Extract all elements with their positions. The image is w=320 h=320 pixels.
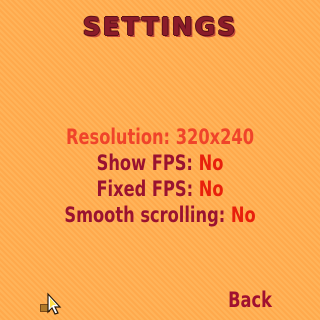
smooth-scrolling-value: No (230, 203, 256, 227)
back-button[interactable]: Back (228, 288, 272, 312)
show-fps-label: Show FPS: (96, 151, 199, 175)
menu-item-resolution[interactable]: Resolution: 320x240 (22, 124, 297, 150)
smooth-scrolling-label: Smooth scrolling: (64, 203, 231, 227)
menu-item-show-fps[interactable]: Show FPS: No (22, 150, 297, 176)
fixed-fps-label: Fixed FPS: (96, 177, 199, 201)
show-fps-value: No (198, 151, 224, 175)
settings-menu: Resolution: 320x240 Show FPS: No Fixed F… (0, 124, 320, 228)
fixed-fps-value: No (198, 177, 224, 201)
pointer-cursor-icon (40, 292, 62, 315)
resolution-label: Resolution: (65, 125, 176, 149)
settings-title: SETTINGS (82, 12, 238, 41)
menu-item-smooth-scrolling[interactable]: Smooth scrolling: No (22, 202, 297, 228)
menu-item-fixed-fps[interactable]: Fixed FPS: No (22, 176, 297, 202)
resolution-value: 320x240 (175, 125, 255, 149)
